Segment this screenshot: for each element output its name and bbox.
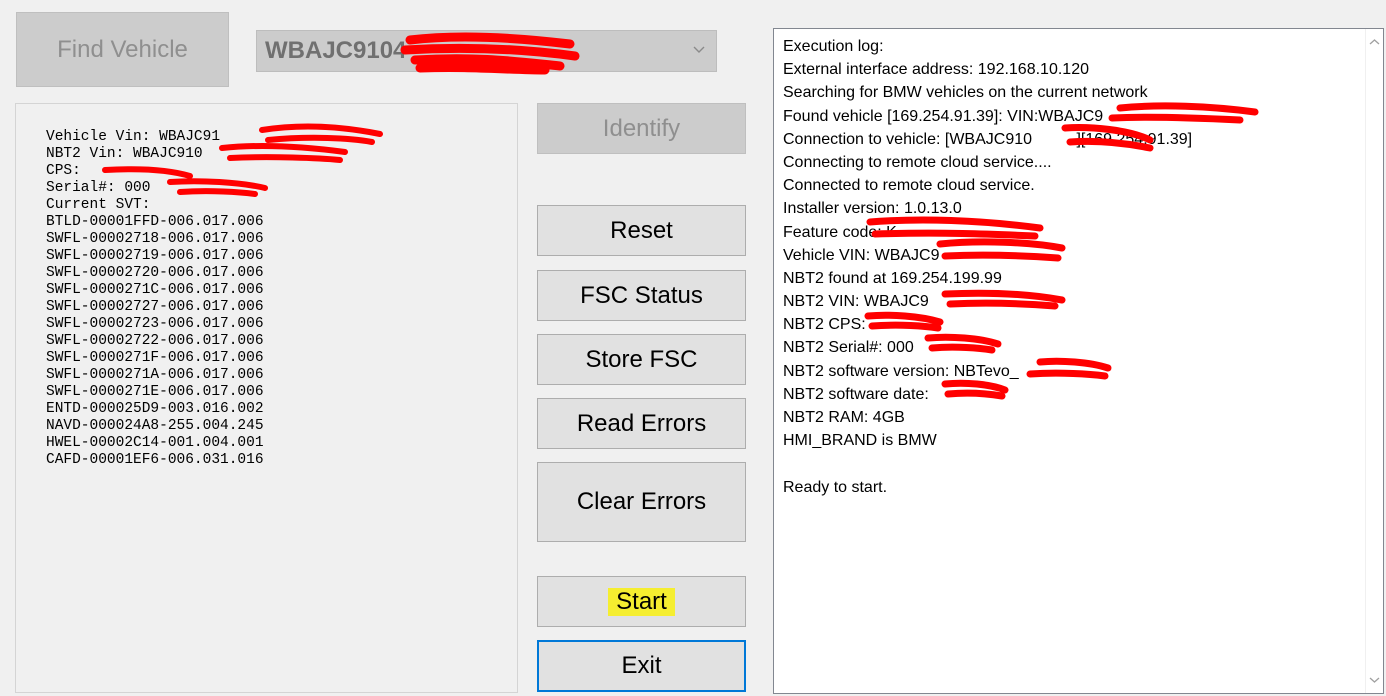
log-line: External interface address: 192.168.10.1… [783, 61, 1089, 79]
vehicle-info-line: NAVD-000024A8-255.004.245 [46, 418, 264, 434]
log-line: NBT2 software date: [783, 385, 929, 403]
vehicle-info-line: SWFL-00002718-006.017.006 [46, 231, 264, 247]
start-button-label: Start [608, 587, 675, 616]
log-line: Vehicle VIN: WBAJC9 [783, 246, 940, 264]
scroll-down-arrow-icon[interactable] [1369, 674, 1380, 685]
vehicle-info-line: SWFL-00002727-006.017.006 [46, 299, 264, 315]
log-line: HMI_BRAND is BMW [783, 432, 937, 450]
log-line: NBT2 RAM: 4GB [783, 409, 905, 426]
store-fsc-button[interactable]: Store FSC [537, 334, 746, 385]
log-line: Found vehicle [169.254.91.39]: VIN:WBAJC… [783, 107, 1104, 125]
execution-log-text: Execution log: External interface address… [783, 35, 1192, 499]
log-line: NBT2 found at 169.254.199.99 [783, 269, 1002, 287]
find-vehicle-button[interactable]: Find Vehicle [16, 12, 229, 87]
log-line: NBT2 Serial#: 000 [783, 339, 914, 357]
vehicle-info-line: SWFL-0000271A-006.017.006 [46, 367, 264, 383]
vehicle-info-line: SWFL-00002719-006.017.006 [46, 248, 264, 264]
log-line: Feature code: K [783, 223, 897, 241]
start-button[interactable]: Start [537, 576, 746, 627]
vin-select-value: WBAJC9104 [265, 37, 407, 64]
fsc-status-button[interactable]: FSC Status [537, 270, 746, 321]
vehicle-info-line: NBT2 Vin: WBAJC910 [46, 146, 203, 162]
vehicle-info-line: SWFL-0000271F-006.017.006 [46, 350, 264, 366]
vehicle-info-line: HWEL-00002C14-001.004.001 [46, 435, 264, 451]
log-line: Connecting to remote cloud service.... [783, 153, 1052, 171]
log-line: NBT2 VIN: WBAJC9 [783, 293, 929, 311]
vehicle-info-line: Current SVT: [46, 197, 151, 213]
vehicle-info-line: Vehicle Vin: WBAJC91 [46, 129, 221, 145]
log-line: Connection to vehicle: [WBAJC910 ][169.2… [783, 130, 1193, 148]
exit-button[interactable]: Exit [537, 640, 746, 692]
log-line: NBT2 software version: NBTevo_ [783, 362, 1019, 380]
vin-select[interactable]: WBAJC9104 [256, 30, 717, 72]
log-scrollbar[interactable] [1365, 29, 1383, 693]
log-line: Execution log: [783, 38, 884, 55]
log-line: Connected to remote cloud service. [783, 177, 1035, 195]
reset-button[interactable]: Reset [537, 205, 746, 256]
vehicle-info-line: SWFL-00002722-006.017.006 [46, 333, 264, 349]
log-line: Ready to start. [783, 478, 888, 496]
vehicle-info-line: SWFL-0000271E-006.017.006 [46, 384, 264, 400]
vehicle-info-text: Vehicle Vin: WBAJC91 NBT2 Vin: WBAJC910 CP… [46, 129, 264, 469]
vehicle-info-line: BTLD-00001FFD-006.017.006 [46, 214, 264, 230]
vehicle-info-line: ENTD-000025D9-003.016.002 [46, 401, 264, 417]
vehicle-info-line: SWFL-0000271C-006.017.006 [46, 282, 264, 298]
clear-errors-button[interactable]: Clear Errors [537, 462, 746, 542]
scroll-up-arrow-icon[interactable] [1369, 37, 1380, 48]
identify-button[interactable]: Identify [537, 103, 746, 154]
vehicle-info-line: SWFL-00002720-006.017.006 [46, 265, 264, 281]
vehicle-info-panel: Vehicle Vin: WBAJC91 NBT2 Vin: WBAJC910 CP… [15, 103, 518, 693]
chevron-down-icon [693, 46, 705, 53]
log-line: Searching for BMW vehicles on the curren… [783, 84, 1148, 102]
vehicle-info-line: CPS: [46, 163, 90, 179]
vehicle-info-line: SWFL-00002723-006.017.006 [46, 316, 264, 332]
vehicle-info-line: CAFD-00001EF6-006.031.016 [46, 452, 264, 468]
log-line: NBT2 CPS: [783, 316, 866, 334]
read-errors-button[interactable]: Read Errors [537, 398, 746, 449]
log-line: Installer version: 1.0.13.0 [783, 200, 962, 218]
execution-log-panel[interactable]: Execution log: External interface address… [773, 28, 1384, 694]
vehicle-info-line: Serial#: 000 [46, 180, 151, 196]
